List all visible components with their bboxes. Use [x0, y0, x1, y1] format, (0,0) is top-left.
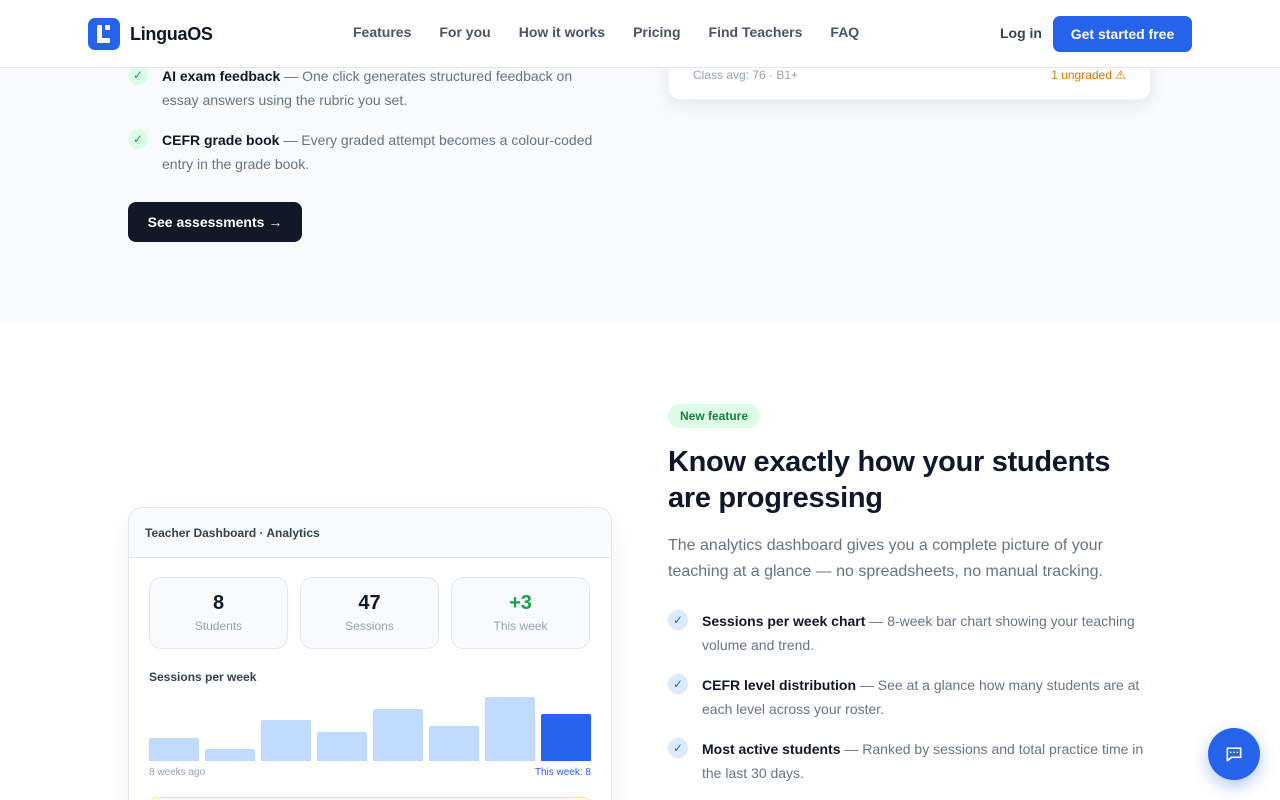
section-lead: The analytics dashboard gives you a comp…	[668, 537, 1103, 580]
list-item: ✓ CEFR level distribution — See at a gla…	[668, 673, 1158, 721]
see-assessments-button[interactable]: See assessments →	[128, 202, 302, 242]
login-link[interactable]: Log in	[1000, 25, 1042, 41]
main-nav: Features For you How it works Pricing Fi…	[353, 24, 859, 40]
chart-bar	[261, 720, 311, 761]
check-icon: ✓	[668, 738, 688, 758]
chart-bar	[149, 738, 199, 761]
ungraded-warning: 1 ungraded ⚠	[1051, 68, 1126, 82]
nav-features[interactable]: Features	[353, 24, 411, 40]
nav-find-teachers[interactable]: Find Teachers	[709, 24, 803, 40]
sessions-bar-chart	[149, 693, 591, 761]
analytics-feature-list: ✓ Sessions per week chart — 8-week bar c…	[668, 609, 1158, 800]
site-header: LinguaOS Features For you How it works P…	[0, 0, 1280, 68]
chart-bar	[429, 726, 479, 761]
check-icon: ✓	[128, 129, 148, 149]
check-icon: ✓	[668, 610, 688, 630]
get-started-button[interactable]: Get started free	[1053, 16, 1192, 52]
nav-how-it-works[interactable]: How it works	[519, 24, 605, 40]
stat-value: 47	[358, 592, 381, 614]
stat-sessions: 47 Sessions	[300, 577, 439, 649]
check-icon: ✓	[668, 674, 688, 694]
chart-bar	[485, 697, 535, 761]
chat-icon	[1226, 747, 1242, 762]
stat-this-week: +3 This week	[451, 577, 590, 649]
feature-title: CEFR grade book	[162, 132, 280, 148]
axis-end-label: This week: 8	[534, 767, 591, 778]
stat-value: +3	[509, 592, 532, 614]
chat-button[interactable]	[1208, 728, 1260, 780]
chart-bar	[373, 709, 423, 761]
class-average: Class avg: 76 · B1+	[693, 68, 799, 82]
feature-title: AI exam feedback	[162, 68, 281, 84]
chart-title: Sessions per week	[149, 670, 257, 684]
chart-bar	[317, 732, 367, 761]
logo-icon	[88, 18, 120, 50]
stat-value: 8	[212, 592, 225, 614]
stat-label: This week	[493, 619, 548, 633]
list-item: ✓ AI exam feedback — One click generates…	[128, 64, 608, 112]
nav-faq[interactable]: FAQ	[830, 24, 859, 40]
stat-label: Students	[194, 619, 243, 633]
stat-label: Sessions	[345, 619, 394, 633]
dashboard-title: Teacher Dashboard · Analytics	[129, 508, 611, 558]
axis-start-label: 8 weeks ago	[149, 767, 206, 778]
feature-title: Sessions per week chart	[702, 613, 866, 629]
check-icon: ✓	[128, 65, 148, 85]
nav-for-you[interactable]: For you	[439, 24, 490, 40]
teacher-dashboard-card: Teacher Dashboard · Analytics 8 Students…	[128, 507, 612, 800]
logo-text: LinguaOS	[130, 23, 213, 44]
stat-students: 8 Students	[149, 577, 288, 649]
section-heading: Know exactly how your students are progr…	[668, 446, 1111, 514]
new-feature-badge: New feature	[668, 404, 761, 428]
list-item: ✓ Sessions per week chart — 8-week bar c…	[668, 609, 1158, 657]
chart-bar	[205, 749, 255, 761]
feature-title: CEFR level distribution	[702, 677, 857, 693]
logo[interactable]: LinguaOS	[88, 18, 213, 50]
nav-pricing[interactable]: Pricing	[633, 24, 680, 40]
chart-bar	[541, 714, 591, 761]
assessment-feature-list: ✓ AI exam feedback — One click generates…	[128, 64, 608, 192]
list-item: ✓ CEFR grade book — Every graded attempt…	[128, 128, 608, 176]
feature-title: Most active students	[702, 741, 841, 757]
stats-row: 8 Students 47 Sessions +3 This week	[149, 577, 590, 649]
list-item: ✓ Most active students — Ranked by sessi…	[668, 737, 1158, 785]
